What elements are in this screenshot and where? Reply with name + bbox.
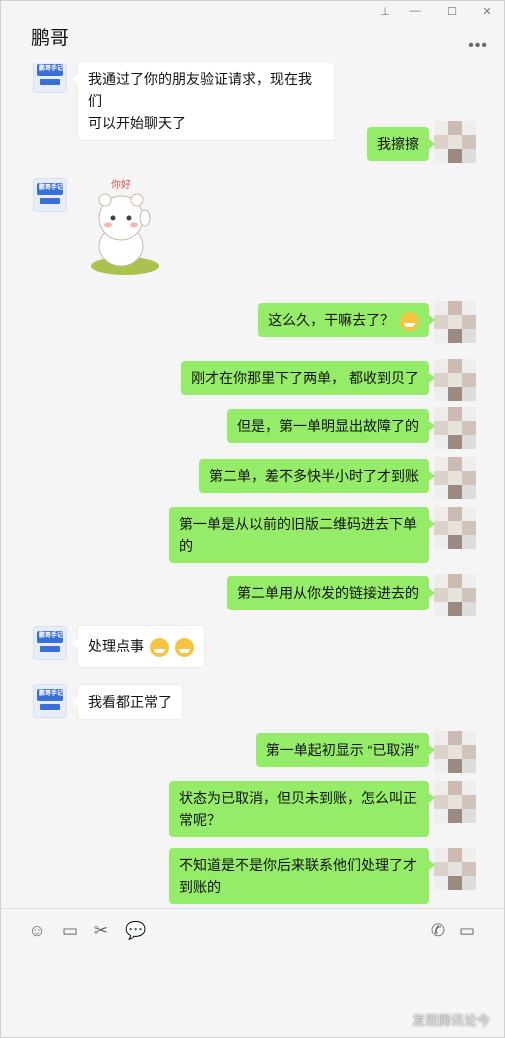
- title-bar: 鹏哥 ⊥ — ☐ ✕ •••: [1, 1, 504, 63]
- message-text: 不知道是不是你后来联系他们处理了才: [179, 857, 417, 873]
- message-text: 处理点事: [88, 638, 144, 654]
- phone-icon[interactable]: ✆: [428, 921, 448, 941]
- message-bubble[interactable]: 处理点事: [72, 625, 205, 668]
- message-text: 刚才在你那里下了两单， 都收到贝了: [191, 370, 419, 386]
- message-text: 的: [179, 538, 193, 554]
- contact-avatar[interactable]: 鹏哥手记: [33, 178, 67, 212]
- maximize-icon[interactable]: ☐: [444, 5, 460, 18]
- close-icon[interactable]: ✕: [479, 5, 495, 18]
- contact-avatar[interactable]: 鹏哥手记: [33, 684, 67, 718]
- watermark: 发现腾讯论今: [411, 1013, 490, 1028]
- my-avatar[interactable]: [434, 848, 478, 892]
- folder-icon[interactable]: ▭: [60, 921, 80, 941]
- sticker-text: 你好: [111, 178, 131, 191]
- message-text: 可以开始聊天了: [88, 115, 186, 131]
- message-bubble[interactable]: 我擦擦: [367, 127, 435, 161]
- video-icon[interactable]: ▭: [457, 921, 477, 941]
- message-bubble[interactable]: 这么久，干嘛去了？: [258, 303, 435, 337]
- message-text: 到账的: [179, 879, 221, 895]
- sweat-smile-emoji-icon: [149, 637, 169, 657]
- message-bubble[interactable]: 但是，第一单明显出故障了的: [227, 409, 435, 443]
- message-bubble[interactable]: 我通过了你的朋友验证请求，现在我们 可以开始聊天了: [72, 63, 335, 141]
- message-text: 我通过了你的朋友验证请求，现在我们: [88, 71, 312, 109]
- chat-window: 鹏哥 ⊥ — ☐ ✕ ••• 鹏哥手记 我通过了你的朋友验证请求，现在我们 可以…: [0, 0, 505, 1038]
- my-avatar[interactable]: [434, 407, 478, 451]
- message-input[interactable]: 发现腾讯论今: [1, 953, 504, 1037]
- contact-avatar[interactable]: 鹏哥手记: [33, 63, 67, 93]
- my-avatar[interactable]: [434, 507, 478, 551]
- message-text: 第一单起初显示 “已取消”: [265, 742, 419, 758]
- chat-bubble-icon[interactable]: 💬: [125, 921, 146, 941]
- message-text: 常呢？: [179, 812, 221, 828]
- message-text: 我看都正常了: [88, 694, 172, 710]
- message-bubble[interactable]: 第一单是从以前的旧版二维码进去下单 的: [169, 507, 435, 563]
- message-bubble[interactable]: 不知道是不是你后来联系他们处理了才 到账的: [169, 848, 435, 904]
- my-avatar[interactable]: [434, 359, 478, 403]
- my-avatar[interactable]: [434, 301, 478, 345]
- minimize-icon[interactable]: —: [407, 5, 423, 17]
- message-bubble[interactable]: 第一单起初显示 “已取消”: [255, 733, 436, 767]
- message-text: 第二单用从你发的链接进去的: [237, 585, 419, 601]
- message-bubble[interactable]: 我看都正常了: [72, 684, 183, 720]
- message-text: 状态为已取消，但贝未到账，怎么叫正: [179, 790, 417, 806]
- message-text: 这么久，干嘛去了？: [268, 312, 395, 328]
- sticker-bear-hello[interactable]: 你好: [85, 176, 165, 276]
- sweat-smile-emoji-icon: [174, 637, 194, 657]
- pin-icon[interactable]: ⊥: [377, 5, 393, 18]
- my-avatar[interactable]: [434, 781, 478, 825]
- message-text: 但是，第一单明显出故障了的: [237, 418, 419, 434]
- my-avatar[interactable]: [434, 574, 478, 618]
- my-avatar[interactable]: [434, 731, 478, 775]
- emoji-icon[interactable]: ☺: [27, 921, 47, 941]
- chat-title: 鹏哥: [31, 28, 70, 49]
- message-bubble[interactable]: 第二单用从你发的链接进去的: [227, 576, 435, 610]
- message-bubble[interactable]: 第二单，差不多快半小时了才到账: [199, 459, 435, 493]
- message-text: 第二单，差不多快半小时了才到账: [209, 468, 419, 484]
- message-text: 第一单是从以前的旧版二维码进去下单: [179, 516, 417, 532]
- my-avatar[interactable]: [434, 457, 478, 501]
- laughing-emoji-icon: [400, 311, 419, 331]
- message-bubble[interactable]: 状态为已取消，但贝未到账，怎么叫正 常呢？: [169, 781, 435, 837]
- message-text: 我擦擦: [377, 136, 419, 152]
- contact-avatar[interactable]: 鹏哥手记: [33, 626, 67, 660]
- more-options-icon[interactable]: •••: [468, 37, 488, 55]
- input-toolbar: ☺ ▭ ✂ 💬 ✆ ▭: [1, 908, 504, 954]
- message-list[interactable]: 鹏哥手记 我通过了你的朋友验证请求，现在我们 可以开始聊天了 我擦擦 鹏哥手记: [1, 63, 504, 908]
- message-bubble[interactable]: 刚才在你那里下了两单， 都收到贝了: [181, 361, 435, 395]
- scissors-icon[interactable]: ✂: [91, 921, 111, 941]
- my-avatar[interactable]: [434, 121, 478, 165]
